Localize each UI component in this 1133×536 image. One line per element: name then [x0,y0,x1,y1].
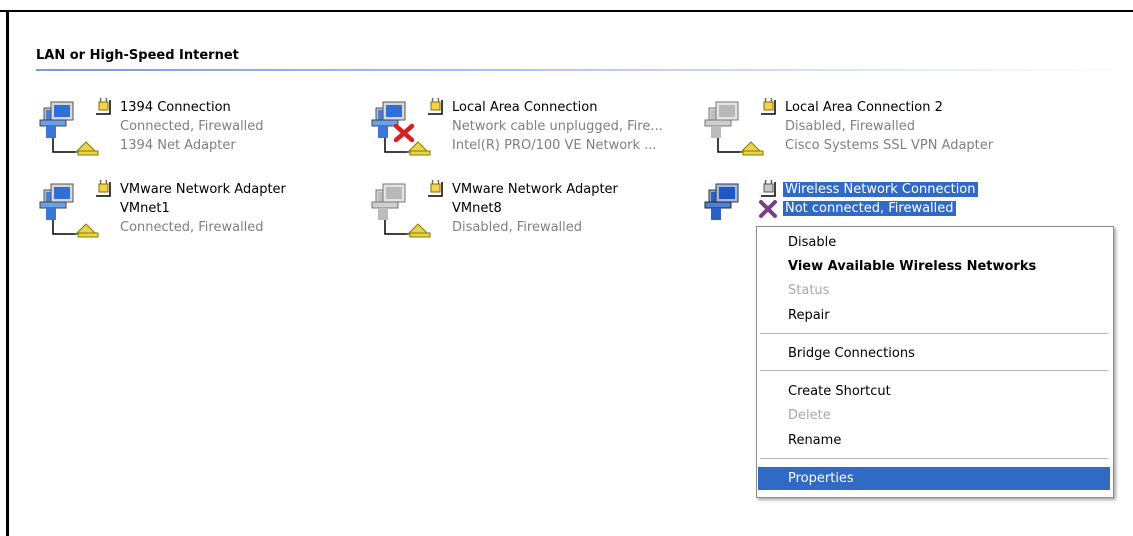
connection-name-line2: VMnet1 [120,201,170,216]
connection-status: Not connected, Firewalled [783,201,956,216]
menu-item-repair[interactable]: Repair [758,304,1110,327]
connection-name: Local Area Connection [452,100,598,115]
connection-status: Disabled, Firewalled [785,119,916,134]
padlock-icon [430,180,441,193]
connection-vmnet8[interactable]: VMware Network Adapter VMnet8 Disabled, … [370,180,690,240]
menu-separator [760,370,1108,372]
section-divider [36,69,1133,71]
connection-1394[interactable]: 1394 Connection Connected, Firewalled 13… [38,98,358,158]
red-x-icon [393,123,415,143]
network-connection-icon [371,180,443,238]
connection-name: Wireless Network Connection [783,182,978,197]
network-connection-icon [704,98,776,156]
purple-x-icon [759,200,777,218]
connection-name: VMware Network Adapter [452,182,618,197]
menu-item-bridge-connections[interactable]: Bridge Connections [758,342,1110,365]
menu-item-properties[interactable]: Properties [758,467,1110,490]
connection-local-area-2[interactable]: Local Area Connection 2 Disabled, Firewa… [703,98,1023,158]
connection-status: Connected, Firewalled [120,119,264,134]
network-connection-icon [39,180,111,238]
menu-item-status: Status [788,283,830,298]
connection-name: 1394 Connection [120,100,231,115]
connection-vmnet1[interactable]: VMware Network Adapter VMnet1 Connected,… [38,180,358,240]
context-menu: Disable View Available Wireless Networks… [756,226,1114,498]
window-border-left [6,10,9,536]
connection-status: Connected, Firewalled [120,220,264,235]
connection-device: 1394 Net Adapter [120,138,236,153]
network-connections-window: LAN or High-Speed Internet 1394 Connecti… [0,0,1133,536]
menu-item-disable[interactable]: Disable [758,231,1110,254]
menu-item-create-shortcut[interactable]: Create Shortcut [758,380,1110,403]
padlock-icon [430,98,441,111]
window-border-top [0,10,1133,12]
menu-separator [760,458,1108,460]
menu-item-delete: Delete [788,408,831,423]
padlock-icon [98,180,109,193]
connection-local-area[interactable]: Local Area Connection Network cable unpl… [370,98,690,158]
connection-name-line2: VMnet8 [452,201,502,216]
connection-status: Disabled, Firewalled [452,220,583,235]
padlock-icon [763,180,774,193]
connection-name: VMware Network Adapter [120,182,286,197]
menu-separator [760,333,1108,335]
connection-status: Network cable unplugged, Fire... [452,119,663,134]
padlock-icon [98,98,109,111]
connection-device: Cisco Systems SSL VPN Adapter [785,138,994,153]
section-title: LAN or High-Speed Internet [36,48,239,63]
menu-item-view-available-wireless-networks[interactable]: View Available Wireless Networks [758,255,1110,278]
menu-item-rename[interactable]: Rename [758,429,1110,452]
connection-name: Local Area Connection 2 [785,100,943,115]
network-connection-icon [39,98,111,156]
padlock-icon [763,98,774,111]
connection-device: Intel(R) PRO/100 VE Network ... [452,138,657,153]
network-connection-icon [371,98,443,156]
